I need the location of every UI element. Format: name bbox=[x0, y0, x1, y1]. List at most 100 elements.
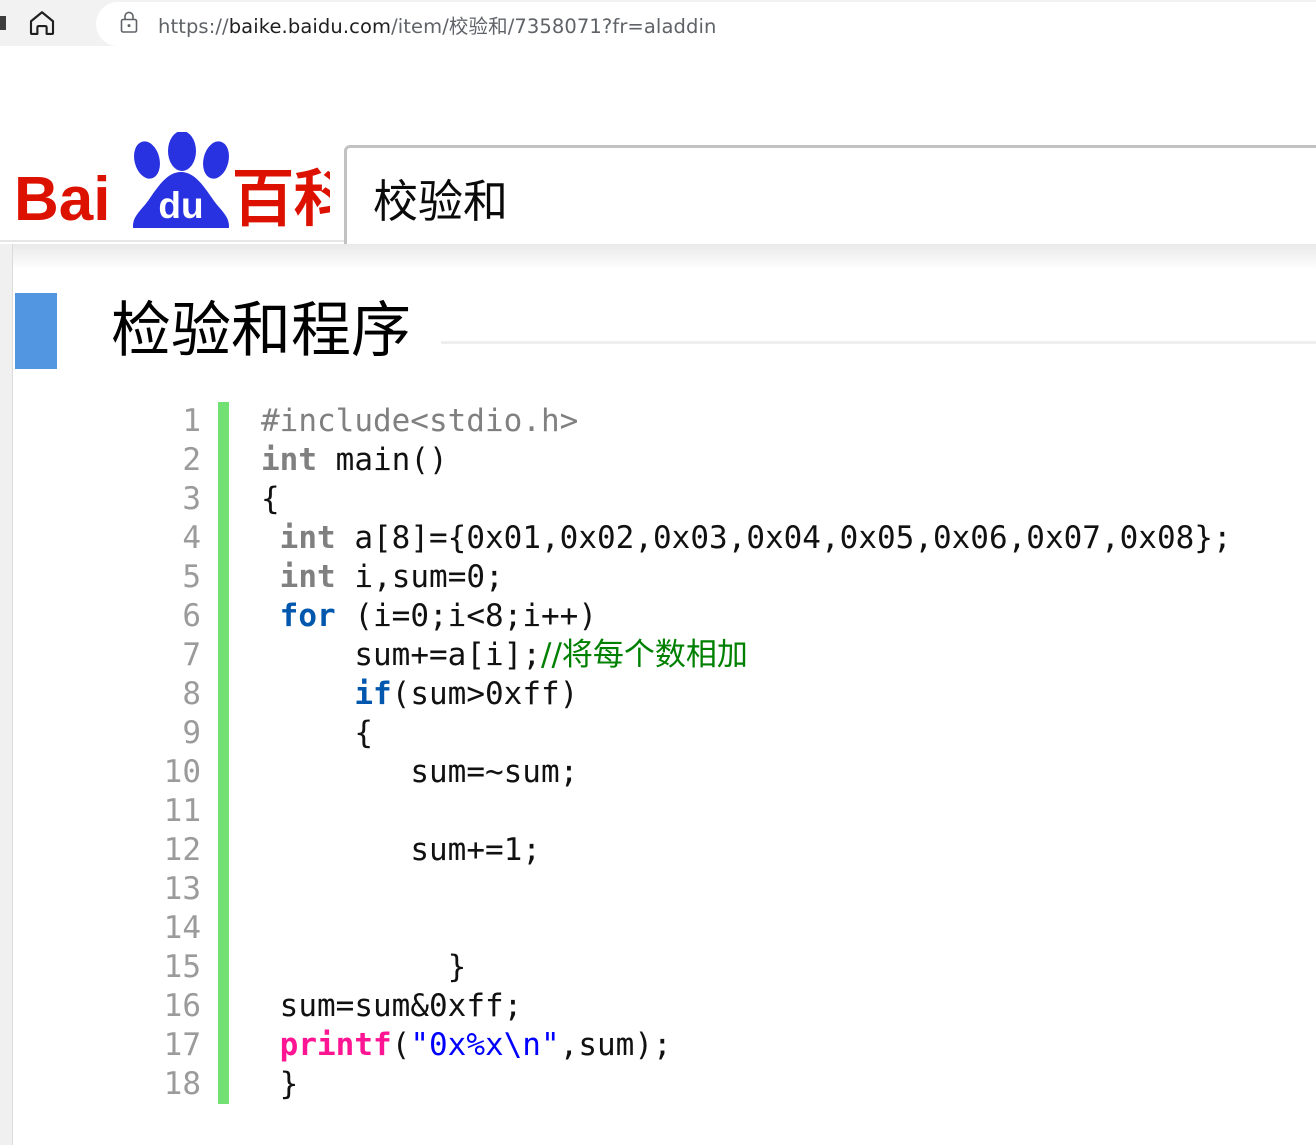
code-token-identifier: sum bbox=[578, 1027, 635, 1063]
svg-text:Bai: Bai bbox=[14, 165, 110, 228]
code-token-identifier: i bbox=[447, 598, 467, 634]
code-token-identifier: sum bbox=[410, 754, 467, 790]
code-token-identifier: sum bbox=[354, 637, 411, 673]
code-block[interactable]: 1 2 3 4 5 6 7 8 9 10 11 12 13 14 15 16 17 18 #include<std… bbox=[153, 402, 1232, 1104]
code-token-identifier: x01 bbox=[485, 520, 541, 556]
url-keyword: 校验和 bbox=[448, 14, 508, 38]
page-left-gutter bbox=[0, 244, 12, 1145]
code-line-number: 16 bbox=[163, 988, 201, 1024]
article-content: 检验和程序 1 2 3 4 5 6 7 8 9 10 11 12 13 14 15 16 17 18 #inclu… bbox=[12, 244, 1316, 1145]
browser-toolbar: https://baike.baidu.com/item/校验和/7358071… bbox=[0, 0, 1316, 46]
code-line-number: 11 bbox=[163, 793, 201, 829]
code-token-comment: //将每个数相加 bbox=[541, 637, 748, 673]
baidu-baike-logo[interactable]: du Bai 百科 bbox=[10, 132, 330, 228]
code-token-identifier: main bbox=[335, 442, 411, 478]
search-input[interactable] bbox=[373, 171, 1316, 224]
url-host: baike.baidu.com bbox=[228, 14, 392, 38]
code-token-identifier: x03 bbox=[671, 520, 728, 556]
code-line: for (i=0;i<8;i++) bbox=[279, 598, 598, 634]
code-token-identifier: sum bbox=[391, 559, 448, 595]
search-box[interactable] bbox=[344, 145, 1316, 250]
url-text: https://baike.baidu.com/item/校验和/7358071… bbox=[158, 10, 716, 39]
page-title: 检验和程序 bbox=[111, 296, 411, 366]
content-top-shadow bbox=[13, 244, 1316, 270]
code-line-number: 17 bbox=[163, 1027, 201, 1063]
code-line-number: 8 bbox=[182, 676, 201, 712]
code-token-identifier: x08 bbox=[1138, 520, 1195, 556]
code-token-identifier: x05 bbox=[858, 520, 915, 556]
code-token-identifier: a bbox=[447, 637, 467, 673]
svg-text:du: du bbox=[158, 185, 203, 226]
section-heading: 检验和程序 bbox=[13, 286, 1316, 376]
code-line: } bbox=[261, 949, 467, 985]
heading-divider bbox=[441, 340, 1316, 344]
code-line: if(sum>0xff) bbox=[354, 676, 579, 712]
baike-header: du Bai 百科 bbox=[0, 46, 1316, 250]
code-token-identifier: sum bbox=[354, 988, 411, 1024]
url-path-b: /7358071?fr=aladdin bbox=[507, 14, 717, 38]
code-token-identifier: sum bbox=[410, 676, 467, 712]
url-scheme: https:// bbox=[158, 14, 229, 38]
code-line-number: 4 bbox=[182, 520, 201, 556]
code-line-number: 3 bbox=[182, 481, 201, 517]
code-line-number: 14 bbox=[163, 910, 201, 946]
home-icon bbox=[27, 8, 57, 38]
code-token-identifier: a bbox=[354, 520, 374, 556]
code-line: { bbox=[261, 481, 280, 517]
url-path-a: /item/ bbox=[391, 14, 449, 38]
code-token-identifier: i bbox=[373, 598, 392, 634]
code-rail bbox=[218, 402, 229, 1104]
code-token-identifier: sum bbox=[279, 988, 336, 1024]
svg-text:百科: 百科 bbox=[232, 162, 330, 228]
code-line: } bbox=[261, 1066, 299, 1102]
code-token-identifier: xff bbox=[447, 988, 504, 1024]
code-token-type: int bbox=[279, 559, 336, 595]
code-token-identifier: x07 bbox=[1044, 520, 1101, 556]
code-line: int a[8]={0x01,0x02,0x03,0x04,0x05,0x06,… bbox=[279, 520, 1232, 556]
code-line-number: 10 bbox=[163, 754, 201, 790]
baidu-baike-logo-icon: du Bai 百科 bbox=[14, 132, 330, 228]
code-line-number: 9 bbox=[182, 715, 201, 751]
code-token-identifier: i bbox=[522, 598, 542, 634]
code-line-numbers: 1 2 3 4 5 6 7 8 9 10 11 12 13 14 15 16 17 18 bbox=[153, 402, 201, 1104]
code-token-keyword: for bbox=[279, 598, 336, 634]
address-bar[interactable]: https://baike.baidu.com/item/校验和/7358071… bbox=[96, 2, 1316, 46]
code-token-identifier: sum bbox=[503, 754, 560, 790]
code-line: { bbox=[261, 715, 373, 751]
code-line-number: 1 bbox=[182, 403, 201, 439]
toolbar-edge-stub bbox=[0, 16, 6, 30]
code-token-type: int bbox=[279, 520, 336, 556]
code-token-identifier: i bbox=[354, 559, 374, 595]
code-token-string: "0x%x\n" bbox=[410, 1027, 560, 1063]
code-line: printf("0x%x\n",sum); bbox=[279, 1027, 672, 1063]
lock-icon bbox=[118, 9, 140, 40]
code-line: #include<stdio.h> bbox=[261, 402, 1232, 441]
code-token-keyword: if bbox=[354, 676, 392, 712]
code-line: sum+=1; bbox=[410, 832, 541, 868]
code-token-type: int bbox=[261, 442, 317, 478]
code-line-number: 15 bbox=[163, 949, 201, 985]
code-token-identifier: i bbox=[485, 637, 504, 673]
code-token-identifier: x02 bbox=[578, 520, 635, 556]
code-line-number: 13 bbox=[163, 871, 201, 907]
code-line-number: 18 bbox=[163, 1066, 201, 1102]
code-line: int main() bbox=[261, 442, 448, 478]
code-token-identifier: x06 bbox=[951, 520, 1008, 556]
code-token-preprocessor: #include<stdio.h> bbox=[261, 403, 579, 439]
code-line: sum=sum&0xff; bbox=[279, 988, 523, 1024]
home-button[interactable] bbox=[16, 0, 68, 46]
code-line-number: 6 bbox=[182, 598, 201, 634]
code-line: sum=~sum; bbox=[410, 754, 579, 790]
code-token-identifier: x04 bbox=[764, 520, 821, 556]
code-content[interactable]: #include<stdio.h> int main(){ int a[8]={0… bbox=[261, 402, 1232, 1104]
page-body: 检验和程序 1 2 3 4 5 6 7 8 9 10 11 12 13 14 15 16 17 18 #inclu… bbox=[0, 244, 1316, 1145]
code-line-number: 5 bbox=[182, 559, 201, 595]
page-root: https://baike.baidu.com/item/校验和/7358071… bbox=[0, 0, 1316, 1145]
code-token-function: printf bbox=[279, 1027, 392, 1063]
code-line-number: 12 bbox=[163, 832, 201, 868]
code-line-number: 2 bbox=[182, 442, 201, 478]
code-token-identifier: sum bbox=[410, 832, 467, 868]
